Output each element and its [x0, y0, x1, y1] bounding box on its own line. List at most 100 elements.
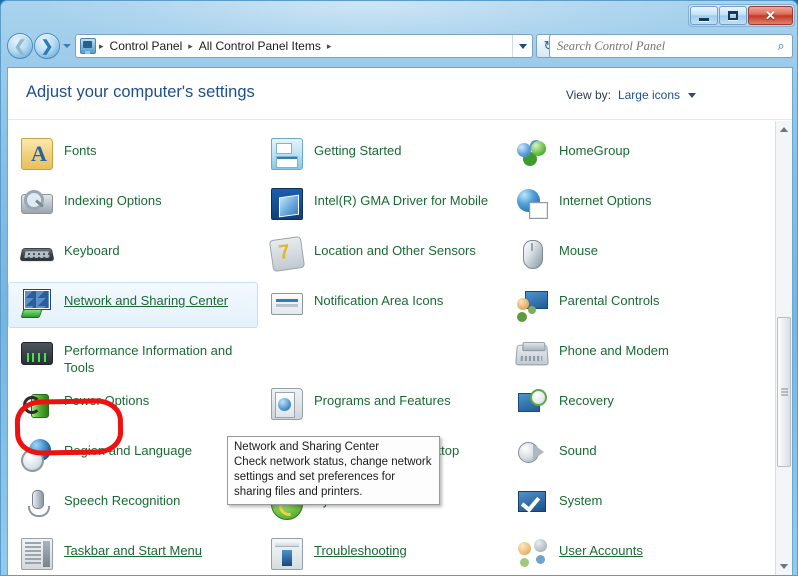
minimize-button[interactable]: [690, 6, 718, 25]
control-panel-item-fonts[interactable]: Fonts: [8, 132, 258, 178]
control-panel-item-label: User Accounts: [559, 543, 643, 558]
recent-pages-chevron-icon[interactable]: [63, 44, 71, 48]
triangle-down-icon: [780, 564, 788, 569]
breadcrumb-all-control-panel-items[interactable]: All Control Panel Items: [196, 39, 324, 53]
forward-button[interactable]: ❯: [34, 33, 60, 59]
window-controls: ✕: [688, 4, 795, 27]
vertical-scrollbar[interactable]: [775, 121, 792, 575]
control-panel-item-parental-controls[interactable]: Parental Controls: [503, 282, 765, 328]
speech-icon: [21, 488, 53, 520]
tooltip-body: Check network status, change network set…: [234, 456, 432, 498]
arrow-left-icon: ❮: [13, 37, 27, 55]
control-panel-item-network-and-sharing-center[interactable]: Network and Sharing Center: [8, 282, 258, 328]
chevron-down-icon[interactable]: [688, 92, 696, 98]
control-panel-item-intel-r-gma-driver-for-mobile[interactable]: Intel(R) GMA Driver for Mobile: [258, 182, 503, 228]
control-panel-item-getting-started[interactable]: Getting Started: [258, 132, 503, 178]
content-pane: Adjust your computer's settings View by:…: [7, 67, 793, 575]
control-panel-item-troubleshooting[interactable]: Troubleshooting: [258, 532, 503, 575]
control-panel-item-label: Programs and Features: [314, 393, 451, 408]
perf-icon: [21, 342, 53, 365]
control-panel-item-mouse[interactable]: Mouse: [503, 232, 765, 278]
control-panel-item-label: Phone and Modem: [559, 343, 669, 358]
control-panel-item-label: Recovery: [559, 393, 614, 408]
control-panel-item-label: Parental Controls: [559, 293, 660, 308]
homegroup-icon: [516, 138, 548, 170]
close-button[interactable]: ✕: [748, 6, 793, 25]
users-icon: [516, 538, 548, 570]
control-panel-item-location-and-other-sensors[interactable]: Location and Other Sensors: [258, 232, 503, 278]
arrow-right-icon: ❯: [40, 37, 54, 55]
scrollbar-grip-icon: [781, 388, 788, 396]
address-bar[interactable]: ▸ Control Panel ▸ All Control Panel Item…: [75, 34, 533, 58]
scrollbar-thumb[interactable]: [777, 317, 791, 467]
control-panel-item-label: Intel(R) GMA Driver for Mobile: [314, 193, 489, 208]
network-icon: [21, 288, 53, 320]
control-panel-item-programs-and-features[interactable]: Programs and Features: [258, 382, 503, 428]
control-panel-item-homegroup[interactable]: HomeGroup: [503, 132, 765, 178]
control-panel-item-notification-area-icons[interactable]: Notification Area Icons: [258, 282, 503, 328]
breadcrumb-separator-icon: ▸: [326, 40, 332, 51]
control-panel-item-power-options[interactable]: Power Options: [8, 382, 258, 428]
control-panel-item-user-accounts[interactable]: User Accounts: [503, 532, 765, 575]
control-panel-item-indexing-options[interactable]: Indexing Options: [8, 182, 258, 228]
control-panel-item-internet-options[interactable]: Internet Options: [503, 182, 765, 228]
control-panel-item-label: Location and Other Sensors: [314, 243, 476, 258]
control-panel-item-label: Sound: [559, 443, 597, 458]
search-input[interactable]: [550, 38, 770, 54]
scroll-down-button[interactable]: [776, 558, 792, 575]
minimize-icon: [699, 18, 709, 21]
control-panel-item-speech-recognition[interactable]: Speech Recognition: [8, 482, 258, 528]
scroll-up-button[interactable]: [776, 121, 792, 138]
maximize-icon: [728, 11, 738, 20]
address-dropdown-chevron-icon[interactable]: [512, 35, 532, 57]
view-by-value[interactable]: Large icons: [618, 88, 680, 102]
control-panel-item-label: Speech Recognition: [64, 493, 181, 508]
keyboard-icon: [19, 248, 55, 262]
control-panel-icon: [80, 38, 96, 54]
control-panel-item-label: Indexing Options: [64, 193, 162, 208]
search-box[interactable]: ⌕: [549, 34, 793, 58]
maximize-button[interactable]: [719, 6, 747, 25]
control-panel-item-label: Network and Sharing Center: [64, 293, 229, 308]
search-icon[interactable]: ⌕: [770, 38, 792, 54]
sound-icon: [516, 438, 548, 470]
grid-empty-cell: [258, 332, 503, 382]
control-panel-item-system[interactable]: System: [503, 482, 765, 528]
location-icon: [268, 235, 306, 273]
control-panel-item-taskbar-and-start-menu[interactable]: Taskbar and Start Menu: [8, 532, 258, 575]
control-panel-item-label: Getting Started: [314, 143, 402, 158]
control-panel-item-recovery[interactable]: Recovery: [503, 382, 765, 428]
tooltip-title: Network and Sharing Center: [234, 441, 380, 453]
breadcrumb-separator-icon: ▸: [99, 40, 104, 51]
control-panel-item-label: Mouse: [559, 243, 599, 258]
control-panel-item-performance-information-and-tools[interactable]: Performance Information and Tools: [8, 332, 258, 378]
power-icon: [21, 388, 53, 420]
view-by-control[interactable]: View by: Large icons: [566, 88, 696, 102]
notif-icon: [271, 293, 303, 315]
parental-icon: [516, 288, 548, 320]
control-panel-item-label: Power Options: [64, 393, 150, 408]
breadcrumb-control-panel[interactable]: Control Panel: [107, 39, 186, 53]
control-panel-item-region-and-language[interactable]: Region and Language: [8, 432, 258, 478]
view-by-label: View by:: [565, 88, 611, 102]
navigation-bar: ❮ ❯ ▸ Control Panel ▸ All Control Panel …: [1, 31, 797, 63]
triangle-up-icon: [780, 127, 788, 132]
phone-icon: [515, 344, 549, 366]
control-panel-item-keyboard[interactable]: Keyboard: [8, 232, 258, 278]
content-header: Adjust your computer's settings View by:…: [8, 68, 792, 120]
taskbar-icon: [21, 538, 53, 570]
getting-icon: [271, 138, 303, 170]
items-viewport: Fonts Getting Started HomeGroup Indexing Op…: [8, 120, 792, 575]
indexing-icon: [21, 190, 53, 214]
control-panel-item-phone-and-modem[interactable]: Phone and Modem: [503, 332, 765, 378]
control-panel-item-label: Troubleshooting: [314, 543, 407, 558]
page-title: Adjust your computer's settings: [26, 83, 255, 101]
fonts-icon: [21, 138, 53, 170]
breadcrumb-separator-icon: ▸: [188, 40, 193, 51]
control-panel-item-sound[interactable]: Sound: [503, 432, 765, 478]
control-panel-item-label: Region and Language: [64, 443, 192, 458]
programs-icon: [271, 388, 303, 420]
control-panel-window: ✕ ❮ ❯ ▸ Control Panel ▸ All Control Pane…: [0, 0, 798, 576]
control-panel-item-label: System: [559, 493, 603, 508]
back-button[interactable]: ❮: [7, 33, 33, 59]
